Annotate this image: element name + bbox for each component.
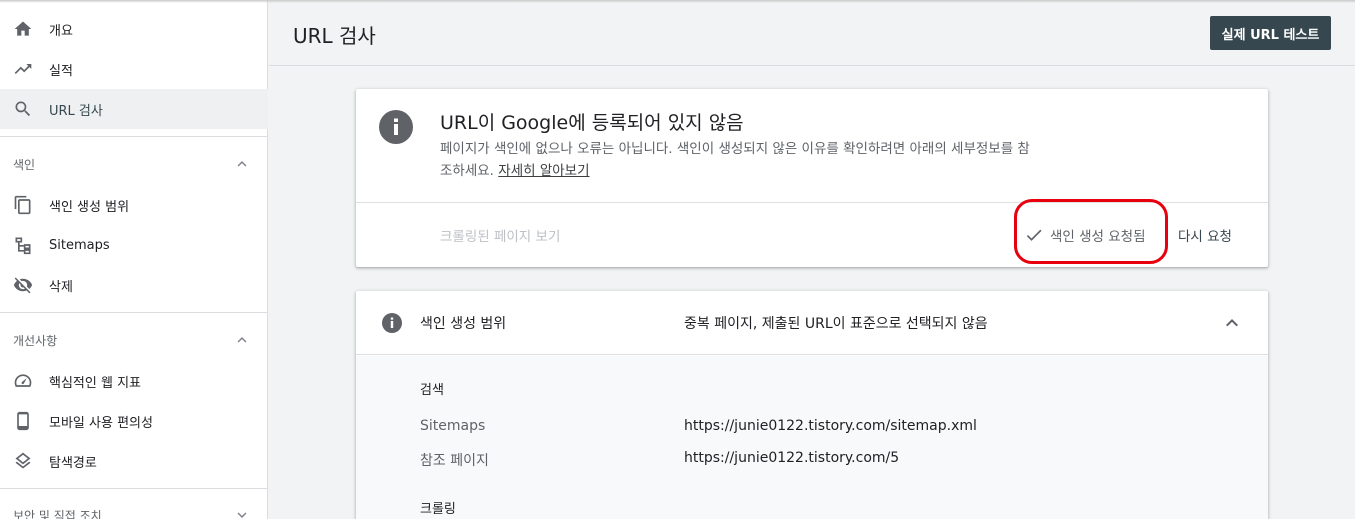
highlight-oval	[1014, 199, 1168, 264]
status-description: 페이지가 색인에 없으나 오류는 아닙니다. 색인이 생성되지 않은 이유를 확…	[440, 138, 1030, 182]
sidebar-item-label: 색인 생성 범위	[49, 199, 130, 215]
sidebar-item-label: 탐색경로	[49, 455, 97, 471]
sidebar-item-label: 핵심적인 웹 지표	[49, 375, 141, 391]
info-icon	[379, 110, 413, 144]
sidebar-item-label: URL 검사	[49, 103, 103, 119]
coverage-value: 중복 페이지, 제출된 URL이 표준으로 선택되지 않음	[684, 316, 988, 332]
test-live-url-button[interactable]: 실제 URL 테스트	[1210, 16, 1331, 50]
eye-off-icon	[13, 275, 33, 295]
sidebar-item-sitemaps[interactable]: Sitemaps	[0, 225, 268, 265]
smartphone-icon	[13, 411, 33, 431]
coverage-label: 색인 생성 범위	[420, 316, 507, 332]
sidebar-item-label: 삭제	[49, 279, 73, 295]
sidebar-item-removals[interactable]: 삭제	[0, 265, 268, 305]
sidebar-item-label: Sitemaps	[49, 237, 110, 253]
view-crawled-page-link[interactable]: 크롤링된 페이지 보기	[440, 225, 560, 245]
gauge-icon	[13, 371, 33, 391]
sidebar-divider	[0, 136, 268, 137]
coverage-card: 색인 생성 범위 중복 페이지, 제출된 URL이 표준으로 선택되지 않음 검…	[356, 291, 1268, 519]
section-label: 보안 및 직접 조치	[13, 508, 102, 519]
coverage-expand-row[interactable]: 색인 생성 범위 중복 페이지, 제출된 URL이 표준으로 선택되지 않음	[356, 291, 1268, 355]
sidebar-item-core-web-vitals[interactable]: 핵심적인 웹 지표	[0, 361, 268, 401]
sidebar-item-breadcrumbs[interactable]: 탐색경로	[0, 441, 268, 481]
chevron-down-icon	[233, 506, 251, 519]
sitemap-icon	[13, 235, 33, 255]
layers-icon	[13, 451, 33, 471]
home-icon	[13, 19, 33, 39]
chevron-up-icon	[233, 155, 251, 173]
top-shadow	[0, 0, 1355, 3]
coverage-details: 검색 Sitemaps https://junie0122.tistory.co…	[356, 356, 1268, 519]
trending-up-icon	[13, 59, 33, 79]
sidebar-item-url-inspection[interactable]: URL 검사	[0, 89, 268, 129]
sidebar-item-label: 개요	[49, 23, 73, 39]
section-label: 개선사항	[13, 333, 58, 348]
sidebar-section-enhancements[interactable]: 개선사항	[0, 322, 268, 358]
chevron-up-icon[interactable]	[1220, 311, 1244, 335]
learn-more-link[interactable]: 자세히 알아보기	[498, 163, 589, 179]
index-status-card: URL이 Google에 등록되어 있지 않음 페이지가 색인에 없으나 오류는…	[356, 89, 1268, 267]
request-again-button[interactable]: 다시 요청	[1178, 225, 1232, 245]
sidebar: 개요 실적 URL 검사 색인 색인 생성 범위 Sitemaps 삭제 개선사…	[0, 0, 268, 519]
section-label: 색인	[13, 157, 36, 172]
sidebar-item-label: 모바일 사용 편의성	[49, 415, 153, 431]
app-root: 개요 실적 URL 검사 색인 색인 생성 범위 Sitemaps 삭제 개선사…	[0, 0, 1355, 519]
copy-icon	[13, 195, 33, 215]
sidebar-section-security[interactable]: 보안 및 직접 조치	[0, 497, 268, 519]
referring-page-label: 참조 페이지	[420, 453, 489, 469]
sidebar-item-mobile-usability[interactable]: 모바일 사용 편의성	[0, 401, 268, 441]
search-icon	[13, 99, 33, 119]
info-icon	[381, 312, 403, 334]
status-title: URL이 Google에 등록되어 있지 않음	[440, 112, 744, 134]
discovery-heading: 검색	[420, 383, 444, 398]
page-title: URL 검사	[293, 24, 376, 48]
crawl-heading: 크롤링	[420, 502, 456, 517]
chevron-up-icon	[233, 331, 251, 349]
sidebar-divider	[0, 488, 268, 489]
sidebar-item-performance[interactable]: 실적	[0, 49, 268, 89]
sidebar-item-label: 실적	[49, 63, 73, 79]
sidebar-divider	[0, 312, 268, 313]
sitemaps-label: Sitemaps	[420, 418, 486, 434]
sidebar-section-index[interactable]: 색인	[0, 146, 268, 182]
page-header: URL 검사 실제 URL 테스트	[269, 0, 1355, 66]
sitemaps-value: https://junie0122.tistory.com/sitemap.xm…	[684, 418, 977, 434]
sidebar-item-coverage[interactable]: 색인 생성 범위	[0, 185, 268, 225]
sidebar-item-overview[interactable]: 개요	[0, 9, 268, 49]
referring-page-value: https://junie0122.tistory.com/5	[684, 450, 900, 466]
